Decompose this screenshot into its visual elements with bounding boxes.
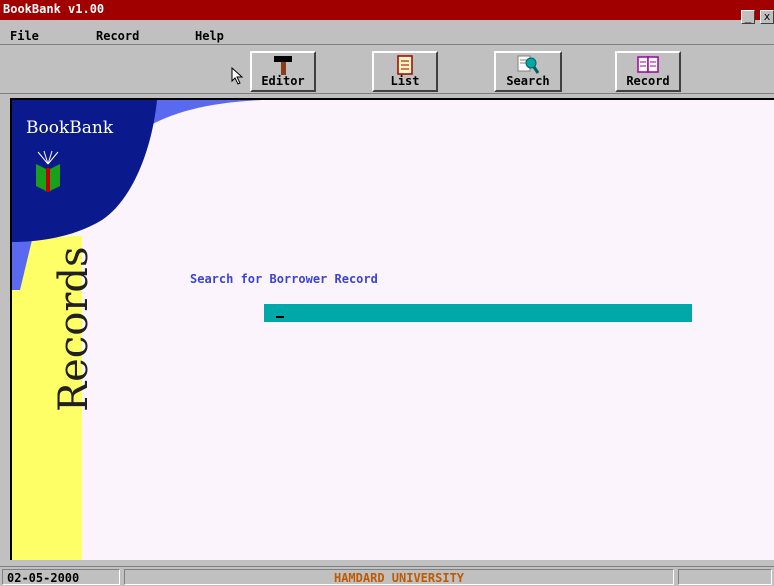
status-empty-panel [678,569,772,585]
list-label: List [390,74,420,88]
hammer-icon [274,56,292,75]
status-bar: 02-05-2000 HAMDARD UNIVERSITY [0,566,774,586]
status-date: 02-05-2000 [2,569,120,585]
toolbar: Editor List Search Record [0,44,774,94]
title-bar: BookBank v1.00 _ x [0,0,774,24]
record-label: Record [626,74,670,88]
minimize-button[interactable]: _ [741,10,755,24]
close-button[interactable]: x [760,10,774,24]
open-book-icon [637,56,659,73]
records-side-label: Records [51,246,97,412]
menu-record[interactable]: Record [96,29,139,43]
status-organization: HAMDARD UNIVERSITY [124,569,674,585]
window-title: BookBank v1.00 [3,2,105,16]
search-prompt: Search for Borrower Record [190,272,378,286]
book-logo-icon [36,150,60,192]
main-panel: BookBank Records Search for Borrower Rec… [10,98,774,560]
editor-label: Editor [261,74,305,88]
text-cursor [276,316,284,318]
editor-button[interactable]: Editor [250,51,316,92]
record-button[interactable]: Record [615,51,681,92]
menu-help[interactable]: Help [195,29,224,43]
magnifier-icon [517,55,540,74]
borrower-search-input[interactable] [264,304,692,322]
mouse-pointer-icon [231,67,244,85]
menu-bar: File Record Help [0,28,774,44]
list-icon [397,55,413,75]
search-button[interactable]: Search [494,51,562,92]
menu-file[interactable]: File [10,29,39,43]
search-label: Search [506,74,550,88]
brand-title: BookBank [26,118,114,138]
list-button[interactable]: List [372,51,438,92]
